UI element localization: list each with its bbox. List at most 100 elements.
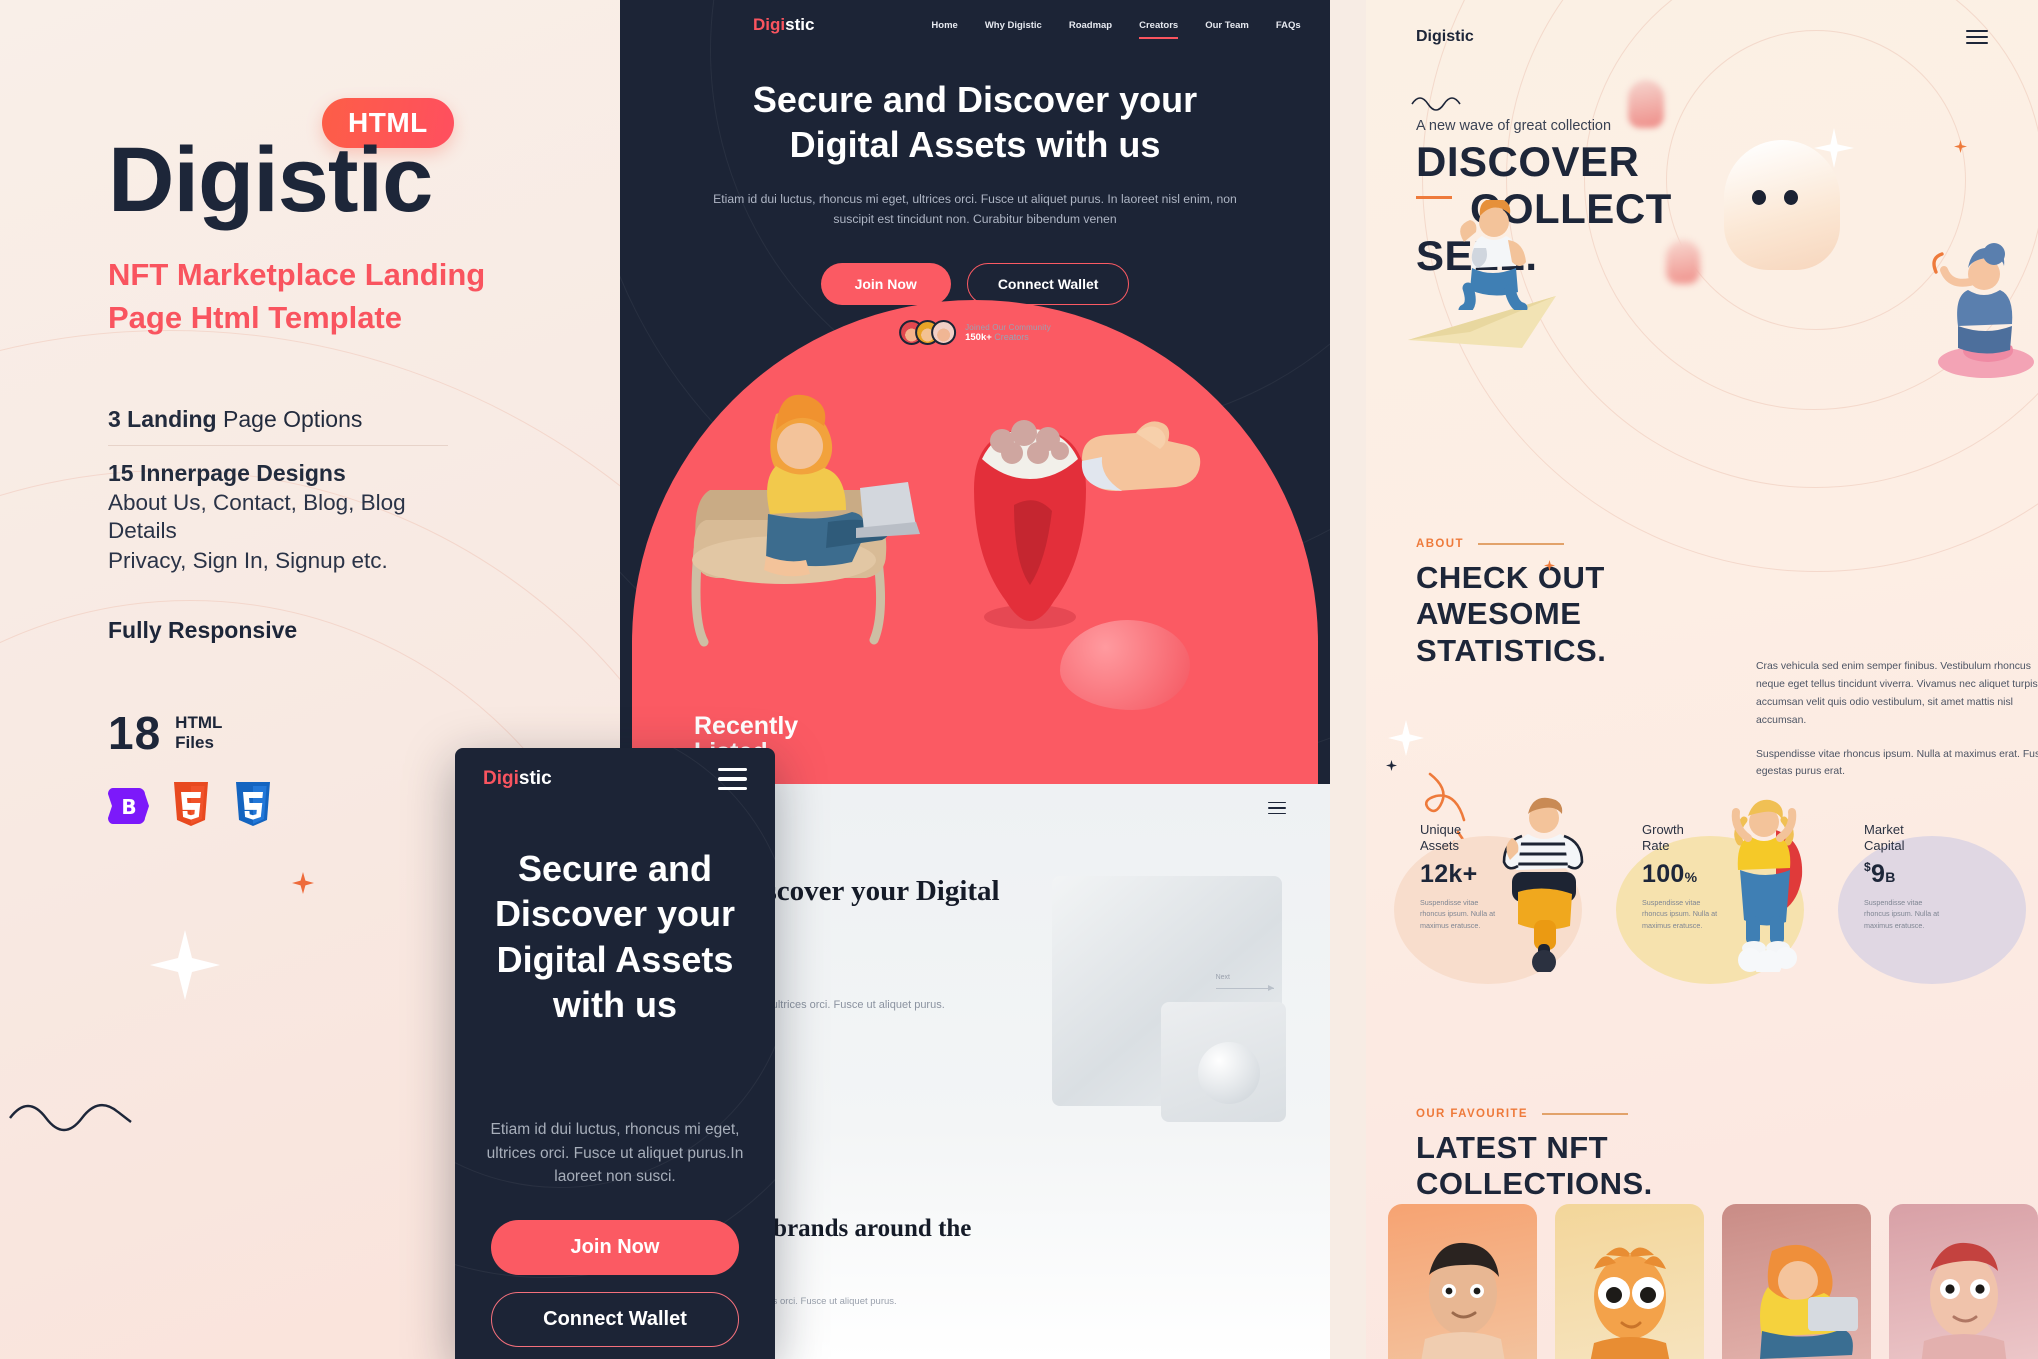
- ghost-character-illustration: [1724, 140, 1840, 270]
- about-heading-line3: STATISTICS.: [1416, 632, 1607, 668]
- girl-with-laptop-illustration: [691, 394, 920, 647]
- stat-value-number: 100: [1642, 859, 1685, 888]
- next-label: Next: [1215, 974, 1230, 981]
- desktop-nav-menu: Home Why Digistic Roadmap Creators Our T…: [931, 20, 1301, 39]
- desktop-logo[interactable]: Digistic: [753, 15, 814, 35]
- feature-innerpages: 15 Innerpage Designs About Us, Contact, …: [108, 446, 448, 587]
- right-hero-kicker: A new wave of great collection: [1416, 118, 1612, 134]
- hamburger-icon[interactable]: [1268, 798, 1286, 819]
- logo-accent: Digi: [483, 768, 519, 789]
- stat-title-line2: Capital: [1864, 838, 1905, 854]
- next-arrow-icon[interactable]: [1216, 985, 1274, 991]
- logo-accent: Digi: [753, 15, 786, 34]
- nav-item-home[interactable]: Home: [931, 20, 957, 31]
- promo-subtitle: NFT Marketplace Landing Page Html Templa…: [108, 257, 486, 335]
- bootstrap-icon: B: [108, 782, 150, 830]
- community-label: Joined Our Community: [965, 322, 1051, 332]
- collections-section-heading: LATEST NFT COLLECTIONS.: [1416, 1130, 1653, 1203]
- hero-heading-line2: Digital Assets with us: [789, 123, 1161, 165]
- mobile-heading: Secure and Discover your Digital Assets …: [494, 848, 736, 1026]
- nav-item-roadmap[interactable]: Roadmap: [1069, 20, 1112, 31]
- star-decoration-dark: [1386, 760, 1397, 771]
- feature-landing-rest: Page Options: [216, 405, 363, 432]
- stat-title-line1: Market: [1864, 822, 1904, 837]
- nft-avatar-illustration: [1921, 1242, 2006, 1359]
- statistics-row: Unique Assets 12k+ Suspendisse vitae rho…: [1366, 797, 2038, 1010]
- avatar-group: [899, 320, 957, 345]
- label-rule: [1477, 543, 1564, 545]
- stat-value-suffix: B: [1885, 868, 1896, 885]
- about-label-text: ABOUT: [1416, 538, 1464, 550]
- hamburger-icon[interactable]: [1966, 26, 1988, 49]
- nav-item-faqs[interactable]: FAQs: [1276, 20, 1301, 31]
- about-section-header: ABOUT CHECK OUT AWESOME STATISTICS.: [1416, 538, 1606, 669]
- nft-card[interactable]: [1722, 1204, 1871, 1359]
- right-navbar: Digistic: [1366, 0, 2038, 74]
- squiggle-decoration: [1411, 97, 1461, 111]
- kid-character-illustration: [1458, 200, 1528, 310]
- ghost-blur-decoration: [1628, 80, 1664, 128]
- feature-list: 3 Landing Page Options 15 Innerpage Desi…: [108, 392, 448, 644]
- hero-line-discover: DISCOVER: [1416, 138, 1640, 185]
- mobile-connect-wallet-button[interactable]: Connect Wallet: [491, 1292, 739, 1347]
- poster-canvas: HTML Digistic NFT Marketplace Landing Pa…: [0, 0, 2038, 1359]
- nft-card[interactable]: [1388, 1204, 1537, 1359]
- squiggle-decoration: [9, 1104, 132, 1132]
- collections-label-text: OUR FAVOURITE: [1416, 1108, 1528, 1120]
- stat-value: $9B: [1864, 860, 1946, 889]
- feature-innerpage-line2: Privacy, Sign In, Signup etc.: [108, 547, 388, 573]
- mobile-navbar: Digistic: [455, 748, 775, 810]
- files-label-line1: HTML: [175, 713, 223, 733]
- nav-item-why-digistic[interactable]: Why Digistic: [985, 20, 1042, 31]
- feature-landing-count: 3 Landing: [108, 405, 217, 432]
- connect-wallet-button[interactable]: Connect Wallet: [966, 263, 1130, 305]
- about-heading-line2: AWESOME: [1416, 596, 1582, 632]
- feature-responsive: Fully Responsive: [108, 616, 298, 643]
- community-word: Creators: [991, 331, 1029, 342]
- nft-card[interactable]: [1555, 1204, 1704, 1359]
- stat-card-unique-assets: Unique Assets 12k+ Suspendisse vitae rho…: [1394, 797, 1594, 984]
- mobile-logo[interactable]: Digistic: [483, 768, 552, 790]
- desktop-hero-heading: Secure and Discover your Digital Assets …: [620, 78, 1330, 167]
- mobile-paragraph: Etiam id dui luctus, rhoncus mi eget, ul…: [486, 1121, 744, 1186]
- collections-section-label: OUR FAVOURITE: [1416, 1108, 1653, 1120]
- label-rule: [1541, 1113, 1628, 1115]
- files-label: HTML Files: [175, 713, 222, 752]
- desktop-hero-mockup: Digistic Home Why Digistic Roadmap Creat…: [620, 0, 1330, 784]
- stat-card-market-capital: Market Capital $9B Suspendisse vitae rho…: [1838, 810, 2038, 984]
- about-section-heading: CHECK OUT AWESOME STATISTICS.: [1416, 560, 1606, 669]
- recently-listed-line1: Recently: [694, 712, 799, 740]
- join-now-button[interactable]: Join Now: [820, 263, 951, 305]
- nft-avatar-illustration: [1759, 1244, 1858, 1359]
- pink-blob-illustration: [1060, 620, 1190, 710]
- css3-icon: [232, 781, 274, 830]
- desktop-hero-paragraph: Etiam id dui luctus, rhoncus mi eget, ul…: [713, 192, 1237, 226]
- about-paragraph-2: Suspendisse vitae rhoncus ipsum. Nulla a…: [1756, 748, 2038, 778]
- stat-description: Suspendisse vitae rhoncus ipsum. Nulla a…: [1864, 897, 1940, 930]
- right-page-mockup: Digistic A new wave of great collection …: [1366, 0, 2038, 1359]
- nft-card[interactable]: [1889, 1204, 2038, 1359]
- stat-value-suffix: %: [1684, 868, 1698, 885]
- feature-innerpage-count: 15 Innerpage Designs: [108, 459, 346, 486]
- nav-item-creators[interactable]: Creators: [1139, 20, 1179, 39]
- community-count: 150k+: [965, 331, 992, 343]
- stat-value-number: 9: [1870, 859, 1886, 888]
- feature-innerpage-line1: About Us, Contact, Blog, Blog Details: [108, 489, 406, 543]
- html5-icon: [170, 781, 212, 830]
- accent-dash: [1416, 196, 1452, 199]
- mobile-join-now-button[interactable]: Join Now: [491, 1220, 739, 1275]
- nft-avatar-illustration: [1590, 1247, 1669, 1359]
- nav-item-our-team[interactable]: Our Team: [1205, 20, 1249, 31]
- nft-collection-cards: [1366, 1204, 2038, 1359]
- stat-card-growth-rate: Growth Rate 100% Suspendisse vitae rhonc…: [1616, 799, 1816, 984]
- sphere-decoration: [1198, 1042, 1260, 1104]
- files-label-line2: Files: [175, 732, 214, 752]
- about-heading-line1: CHECK OUT: [1416, 560, 1605, 595]
- collections-heading-line1: LATEST NFT: [1416, 1130, 1609, 1165]
- stat-value-prefix: $: [1864, 859, 1871, 874]
- avatar: [931, 320, 957, 345]
- hamburger-icon[interactable]: [718, 762, 747, 796]
- right-logo[interactable]: Digistic: [1416, 28, 1474, 46]
- collections-section-header: OUR FAVOURITE LATEST NFT COLLECTIONS.: [1416, 1108, 1653, 1203]
- hero-heading-line1: Secure and Discover your: [752, 79, 1198, 120]
